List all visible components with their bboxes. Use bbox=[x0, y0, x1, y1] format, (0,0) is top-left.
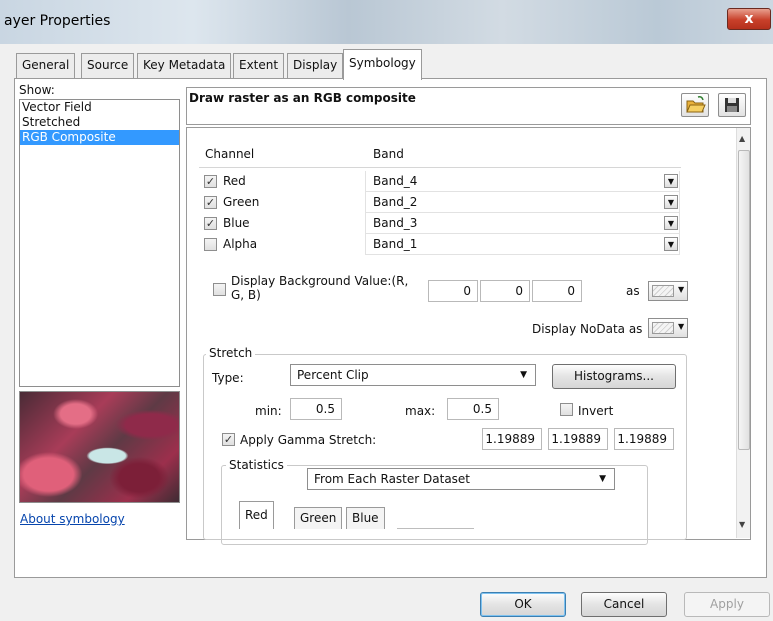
chevron-down-icon: ▼ bbox=[520, 370, 527, 380]
stretch-type-value: Percent Clip bbox=[297, 368, 369, 382]
background-as-label: as bbox=[626, 284, 640, 298]
show-item-rgb-composite[interactable]: RGB Composite bbox=[20, 130, 179, 145]
green-channel-checkbox[interactable]: ✓ bbox=[204, 196, 217, 209]
nodata-color-picker[interactable]: ▼ bbox=[648, 318, 688, 338]
min-field[interactable]: 0.5 bbox=[290, 398, 342, 420]
gamma-stretch-checkbox[interactable]: ✓ bbox=[222, 433, 235, 446]
title-bar: ayer Properties x bbox=[0, 0, 773, 44]
show-list: Vector Field Stretched RGB Composite bbox=[19, 99, 180, 387]
vertical-scrollbar[interactable]: ▲ ▼ bbox=[736, 128, 750, 538]
open-layer-file-button[interactable] bbox=[681, 93, 709, 117]
band-dropdown-icon[interactable]: ▼ bbox=[664, 237, 678, 251]
scroll-down-icon[interactable]: ▼ bbox=[739, 520, 745, 529]
tab-key-metadata[interactable]: Key Metadata bbox=[137, 53, 232, 79]
tab-general[interactable]: General bbox=[16, 53, 76, 79]
channel-row-blue: ✓ Blue Band_3 ▼ bbox=[199, 213, 681, 234]
max-label: max: bbox=[405, 404, 436, 418]
chevron-down-icon: ▼ bbox=[678, 322, 685, 331]
color-swatch bbox=[652, 322, 674, 334]
invert-label: Invert bbox=[578, 404, 614, 418]
statistics-group-label: Statistics bbox=[226, 458, 287, 472]
cancel-button[interactable]: Cancel bbox=[581, 592, 667, 617]
channel-name: Green bbox=[223, 195, 260, 209]
chevron-down-icon: ▼ bbox=[678, 285, 685, 294]
max-field[interactable]: 0.5 bbox=[447, 398, 499, 420]
window-title: ayer Properties bbox=[4, 13, 111, 29]
open-folder-icon bbox=[686, 96, 706, 113]
band-dropdown-icon[interactable]: ▼ bbox=[664, 174, 678, 188]
show-label: Show: bbox=[19, 83, 55, 97]
tab-symbology[interactable]: Symbology bbox=[343, 49, 422, 80]
invert-checkbox[interactable] bbox=[560, 403, 573, 416]
save-icon bbox=[725, 98, 739, 112]
channel-row-alpha: Alpha Band_1 ▼ bbox=[199, 234, 681, 255]
channel-name: Alpha bbox=[223, 237, 258, 251]
channel-table-header bbox=[199, 141, 681, 168]
background-color-picker[interactable]: ▼ bbox=[648, 281, 688, 301]
gamma-stretch-label: Apply Gamma Stretch: bbox=[240, 433, 377, 447]
statistics-select[interactable]: From Each Raster Dataset ▼ bbox=[307, 468, 615, 490]
channel-name: Blue bbox=[223, 216, 250, 230]
band-value: Band_4 bbox=[373, 174, 418, 188]
show-item-stretched[interactable]: Stretched bbox=[20, 115, 179, 130]
band-value: Band_2 bbox=[373, 195, 418, 209]
channel-row-red: ✓ Red Band_4 ▼ bbox=[199, 171, 681, 192]
display-background-label: Display Background Value:(R, G, B) bbox=[231, 274, 409, 302]
red-channel-checkbox[interactable]: ✓ bbox=[204, 175, 217, 188]
save-layer-file-button[interactable] bbox=[718, 93, 746, 117]
background-g-field[interactable]: 0 bbox=[480, 280, 530, 302]
stretch-type-label: Type: bbox=[212, 371, 244, 385]
band-dropdown-icon[interactable]: ▼ bbox=[664, 195, 678, 209]
band-column-header: Band bbox=[373, 147, 404, 161]
display-background-checkbox[interactable] bbox=[213, 283, 226, 296]
stretch-group-label: Stretch bbox=[206, 346, 256, 360]
statistics-value: From Each Raster Dataset bbox=[314, 472, 471, 486]
gamma-blue-field[interactable]: 1.19889 bbox=[614, 428, 674, 450]
renderer-heading: Draw raster as an RGB composite bbox=[189, 91, 416, 105]
tab-display[interactable]: Display bbox=[287, 53, 344, 79]
blue-channel-checkbox[interactable]: ✓ bbox=[204, 217, 217, 230]
tab-source[interactable]: Source bbox=[81, 53, 135, 79]
about-symbology-link[interactable]: About symbology bbox=[20, 512, 125, 526]
raster-preview-image bbox=[19, 391, 180, 503]
stats-tab-divider bbox=[397, 528, 474, 529]
band-dropdown-icon[interactable]: ▼ bbox=[664, 216, 678, 230]
band-value: Band_1 bbox=[373, 237, 418, 251]
stats-tab-green[interactable]: Green bbox=[294, 507, 343, 529]
ok-button[interactable]: OK bbox=[480, 592, 566, 617]
gamma-red-field[interactable]: 1.19889 bbox=[482, 428, 542, 450]
channel-row-green: ✓ Green Band_2 ▼ bbox=[199, 192, 681, 213]
tab-extent[interactable]: Extent bbox=[233, 53, 285, 79]
histograms-button[interactable]: Histograms... bbox=[552, 364, 676, 389]
channel-name: Red bbox=[223, 174, 246, 188]
stats-tab-blue[interactable]: Blue bbox=[346, 507, 385, 529]
min-label: min: bbox=[255, 404, 282, 418]
nodata-label: Display NoData as bbox=[532, 322, 643, 336]
close-button[interactable]: x bbox=[727, 8, 771, 30]
gamma-green-field[interactable]: 1.19889 bbox=[548, 428, 608, 450]
scrollbar-thumb[interactable] bbox=[738, 150, 750, 450]
apply-button[interactable]: Apply bbox=[684, 592, 770, 617]
background-b-field[interactable]: 0 bbox=[532, 280, 582, 302]
channel-column-header: Channel bbox=[205, 147, 255, 161]
stretch-type-select[interactable]: Percent Clip ▼ bbox=[290, 364, 536, 386]
scroll-up-icon[interactable]: ▲ bbox=[739, 134, 745, 143]
background-r-field[interactable]: 0 bbox=[428, 280, 478, 302]
band-value: Band_3 bbox=[373, 216, 418, 230]
color-swatch bbox=[652, 285, 674, 297]
show-item-vector-field[interactable]: Vector Field bbox=[20, 100, 179, 115]
chevron-down-icon: ▼ bbox=[599, 474, 606, 484]
stats-tab-red[interactable]: Red bbox=[239, 501, 274, 529]
alpha-channel-checkbox[interactable] bbox=[204, 238, 217, 251]
